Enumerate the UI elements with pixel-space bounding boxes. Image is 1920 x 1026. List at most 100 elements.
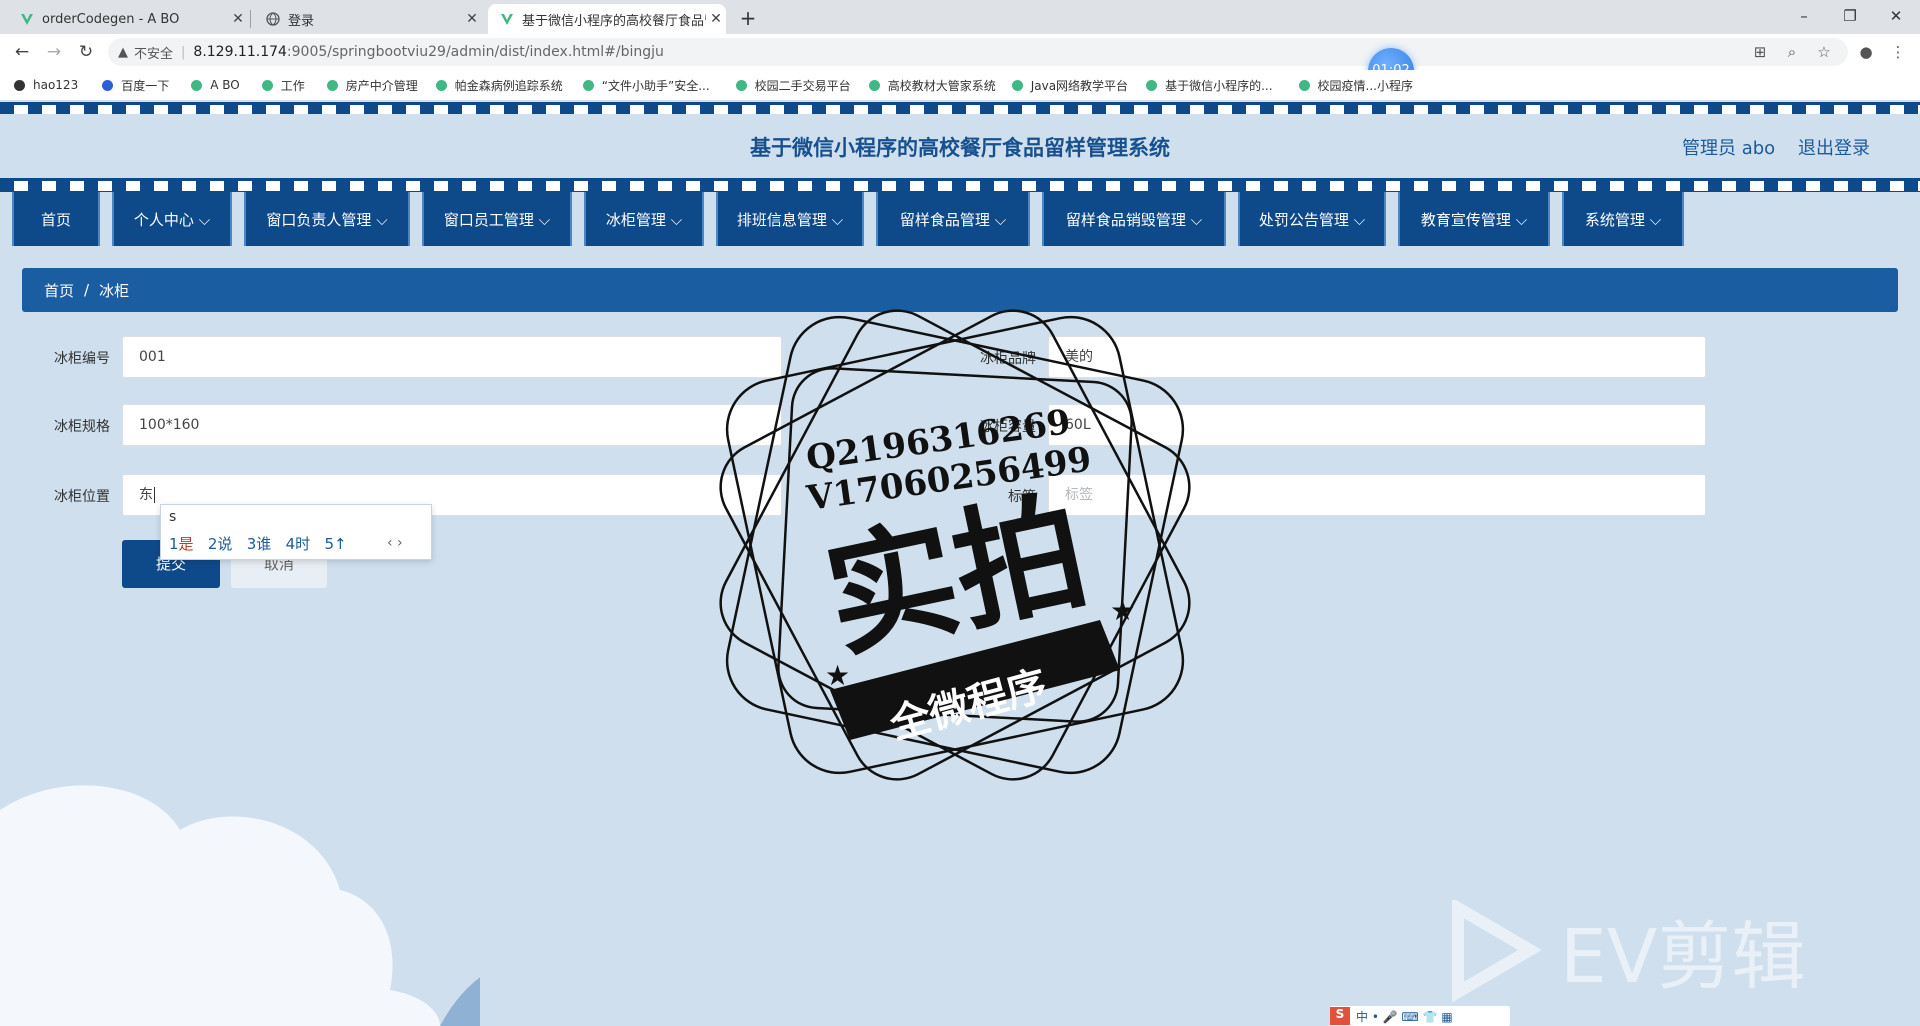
ime-candidate[interactable]: 2说 [208,535,233,553]
logout-link[interactable]: 退出登录 [1798,134,1870,160]
menu-system[interactable]: 系统管理 ⌵ [1562,192,1684,246]
star-icon: ★ [1110,594,1135,627]
cloud-decoration [0,785,480,1026]
ime-candidate[interactable]: 3谁 [247,535,272,553]
v-icon [191,79,203,91]
v-icon [435,79,447,91]
bookmark-label: 房产中介管理 [345,78,418,93]
url-field[interactable]: ▲ 不安全 | 8.129.11.174:9005/springbootviu2… [108,38,1848,66]
location-value: 东 [139,487,153,503]
ev-text: EV剪辑 [1560,914,1805,1000]
globe-icon [266,12,280,26]
v-icon [500,12,514,26]
bookmark-item[interactable]: hao123 [14,78,78,92]
menu-freezer[interactable]: 冰柜管理 ⌵ [584,192,704,246]
bookmark-item[interactable]: 校园二手交易平台 [735,77,851,94]
tab-title: orderCodegen - A BO [42,11,180,27]
v-icon [1011,79,1023,91]
back-icon[interactable]: ← [10,40,34,64]
bookmark-item[interactable]: Java网络教学平台 [1011,77,1129,94]
new-tab-icon[interactable]: + [736,6,760,30]
app-header: 基于微信小程序的高校餐厅食品留样管理系统 管理员 abo 退出登录 [0,114,1920,180]
bookmark-item[interactable]: 房产中介管理 [326,77,418,94]
bookmark-label: “文件小助手”安全... [601,78,710,93]
ev-watermark: EV剪辑 [1452,900,1805,1003]
close-tab-icon[interactable]: ✕ [462,11,482,27]
bookmark-item[interactable]: 工作 [261,77,305,94]
bookmark-item[interactable]: A BO [191,78,240,92]
minimize-icon[interactable]: – [1784,4,1824,28]
divider: | [181,44,186,60]
bookmark-item[interactable]: 高校教材大管家系统 [868,77,996,94]
restore-icon[interactable]: ❐ [1830,4,1870,28]
bookmark-item[interactable]: 校园疫情...小程序 [1298,77,1413,94]
url-host: 8.129.11.174 [193,44,287,60]
bookmark-label: 工作 [280,78,305,93]
freezer-spec-input[interactable]: 100*160 [122,404,782,446]
bookmark-label: Java网络教学平台 [1030,78,1129,93]
bookmark-item[interactable]: “文件小助手”安全... [582,77,710,94]
menu-sample-food[interactable]: 留样食品管理 ⌵ [876,192,1030,246]
bookmarks-bar: hao123 百度一下 A BO 工作 房产中介管理 帕金森病例追踪系统 “文件… [0,70,1920,100]
browser-tab-login[interactable]: 登录 ✕ [254,4,482,34]
ime-status-bar: S 中 • 🎤 ⌨ 👕 ▦ [1330,1006,1510,1026]
menu-home[interactable]: 首页 [12,192,100,246]
browser-tab-ordercodegen[interactable]: orderCodegen - A BO ✕ [8,4,248,34]
ime-candidate-window: s 1是 2说 3谁 4时 5↑ ‹ › [160,504,432,560]
profile-icon[interactable]: ● [1854,40,1878,64]
admin-user-label[interactable]: 管理员 abo [1682,134,1775,160]
v-icon [1298,79,1310,91]
menu-sample-destroy[interactable]: 留样食品销毁管理 ⌵ [1042,192,1226,246]
address-bar-row: ← → ↻ ▲ 不安全 | 8.129.11.174:9005/springbo… [0,34,1920,70]
freezer-code-label: 冰柜编号 [54,351,110,367]
ime-candidate-list: 1是 2说 3谁 4时 5↑ [169,533,347,554]
url-text: 8.129.11.174:9005/springbootviu29/admin/… [193,44,664,60]
breadcrumb-current: 冰柜 [99,281,130,300]
ime-page-nav[interactable]: ‹ › [387,535,403,551]
bookmark-item[interactable]: 百度一下 [102,77,169,94]
app-title: 基于微信小程序的高校餐厅食品留样管理系统 [750,136,1170,160]
text-caret [154,487,155,503]
ime-composition: s [169,509,177,525]
ime-candidate[interactable]: 5↑ [325,535,347,553]
watermark-stamp: Q2196316269 V17060256499 实拍 全微程序 ★ ★ [719,309,1191,781]
zoom-icon[interactable]: ⌕ [1780,40,1804,64]
main-menu: 首页 个人中心 ⌵ 窗口负责人管理 ⌵ 窗口员工管理 ⌵ 冰柜管理 ⌵ 排班信息… [0,192,1920,246]
browser-tab-active[interactable]: 基于微信小程序的高校餐厅食品留 ✕ [488,4,726,34]
v-icon [582,79,594,91]
close-window-icon[interactable]: ✕ [1876,4,1916,28]
menu-personal-center[interactable]: 个人中心 ⌵ [112,192,232,246]
menu-penalty[interactable]: 处罚公告管理 ⌵ [1238,192,1386,246]
bookmark-label: 基于微信小程序的... [1165,78,1273,93]
v-icon [1146,79,1158,91]
bookmark-item[interactable]: 基于微信小程序的... [1146,77,1273,94]
bookmark-label: A BO [210,78,240,92]
paw-icon [102,79,114,91]
close-tab-icon[interactable]: ✕ [706,11,726,27]
url-path: :9005/springbootviu29/admin/dist/index.h… [286,44,664,60]
translate-icon[interactable]: ⊞ [1748,40,1772,64]
bookmark-label: 高校教材大管家系统 [887,78,996,93]
tab-title: 登录 [288,13,315,29]
v-icon [20,12,34,26]
breadcrumb-home[interactable]: 首页 [44,280,74,301]
close-tab-icon[interactable]: ✕ [228,11,248,27]
bookmark-item[interactable]: 帕金森病例追踪系统 [435,77,563,94]
freezer-location-label: 冰柜位置 [54,489,110,505]
forward-icon[interactable]: → [42,40,66,64]
menu-education[interactable]: 教育宣传管理 ⌵ [1398,192,1550,246]
menu-schedule[interactable]: 排班信息管理 ⌵ [716,192,864,246]
ime-status-text[interactable]: 中 • 🎤 ⌨ 👕 ▦ [1356,1008,1453,1025]
freezer-code-input[interactable]: 001 [122,336,782,378]
menu-window-manager[interactable]: 窗口负责人管理 ⌵ [244,192,410,246]
bookmark-label: 百度一下 [121,78,170,93]
bookmark-label: 帕金森病例追踪系统 [454,78,563,93]
ime-candidate[interactable]: 1是 [169,535,194,553]
bookmark-label: 校园疫情...小程序 [1317,78,1413,93]
bookmark-star-icon[interactable]: ☆ [1812,40,1836,64]
menu-window-staff[interactable]: 窗口员工管理 ⌵ [422,192,572,246]
reload-icon[interactable]: ↻ [74,40,98,64]
ime-candidate[interactable]: 4时 [286,535,311,553]
menu-kebab-icon[interactable]: ⋮ [1886,40,1910,64]
tab-separator [250,10,251,28]
